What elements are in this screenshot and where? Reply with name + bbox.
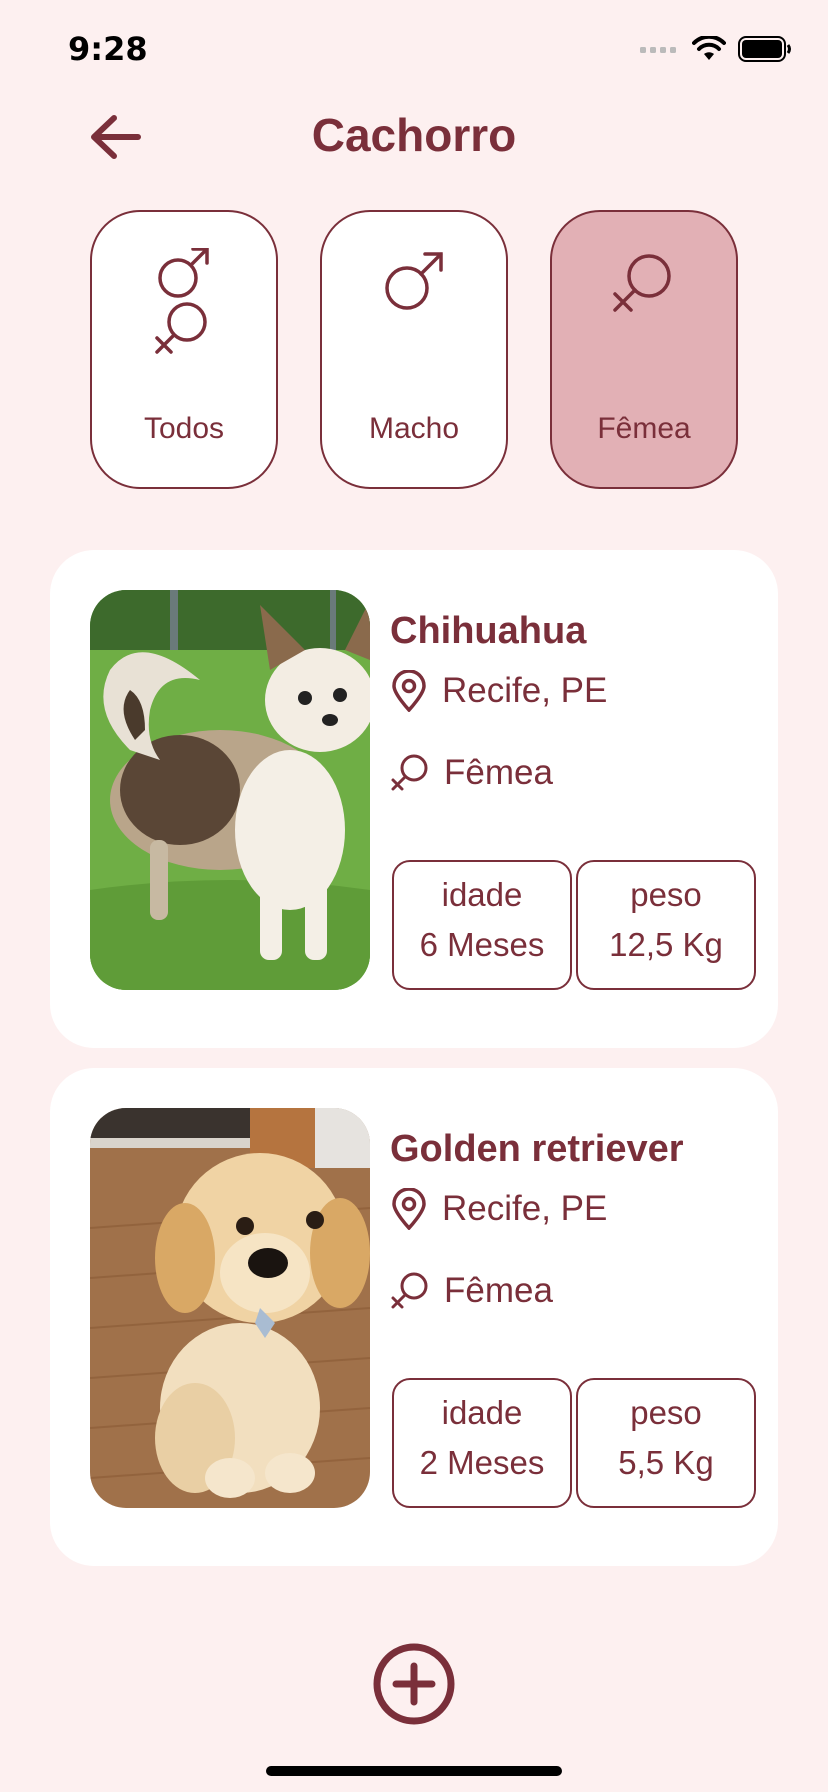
status-time: 9:28 [68,30,148,68]
screen: 9:28 Cachorro Todos Macho Fêmea Chihuahu… [0,0,828,1792]
female-icon [391,1272,428,1309]
filter-label: Todos [143,412,225,445]
wifi-icon [692,36,726,60]
filter-label: Fêmea [597,412,691,445]
age-label: idade [441,876,523,913]
pet-card[interactable]: Chihuahua Recife, PE Fêmea idade 6 Meses… [50,550,778,1048]
weight-value: 5,5 Kg [618,1444,714,1481]
pet-location: Recife, PE [390,670,607,712]
status-icons [640,36,792,62]
age-value: 2 Meses [419,1444,545,1481]
filter-macho[interactable]: Macho [320,210,508,489]
filter-label: Macho [368,412,460,445]
pet-sex: Fêmea [390,1271,553,1311]
male-female-icon [155,248,209,354]
pet-name: Golden retriever [390,1128,684,1170]
weight-label: peso [630,1394,702,1431]
weight-value: 12,5 Kg [609,926,723,963]
female-icon [391,754,428,791]
pet-sex-text: Fêmea [444,753,553,792]
weight-label: peso [630,876,702,913]
pet-photo [90,590,370,990]
battery-icon [738,36,791,62]
pet-photo [90,1108,370,1508]
home-indicator [266,1766,562,1776]
add-pet-button[interactable] [372,1642,456,1726]
male-icon [385,252,443,310]
pet-age-box: idade 6 Meses [392,860,572,990]
filter-femea[interactable]: Fêmea [550,210,738,489]
pet-sex-text: Fêmea [444,1271,553,1310]
female-icon [613,254,671,312]
filter-todos[interactable]: Todos [90,210,278,489]
pet-card[interactable]: Golden retriever Recife, PE Fêmea idade … [50,1068,778,1566]
pet-weight-box: peso 12,5 Kg [576,860,756,990]
pet-location: Recife, PE [390,1188,607,1230]
page-title: Cachorro [311,109,517,161]
location-pin-icon [392,670,426,712]
signal-icon [640,47,676,53]
age-value: 6 Meses [419,926,545,963]
age-label: idade [441,1394,523,1431]
location-pin-icon [392,1188,426,1230]
pet-weight-box: peso 5,5 Kg [576,1378,756,1508]
plus-circle-icon [373,1643,455,1725]
pet-location-text: Recife, PE [442,671,608,710]
pet-location-text: Recife, PE [442,1189,608,1228]
pet-sex: Fêmea [390,753,553,793]
pet-age-box: idade 2 Meses [392,1378,572,1508]
pet-name: Chihuahua [390,610,587,652]
